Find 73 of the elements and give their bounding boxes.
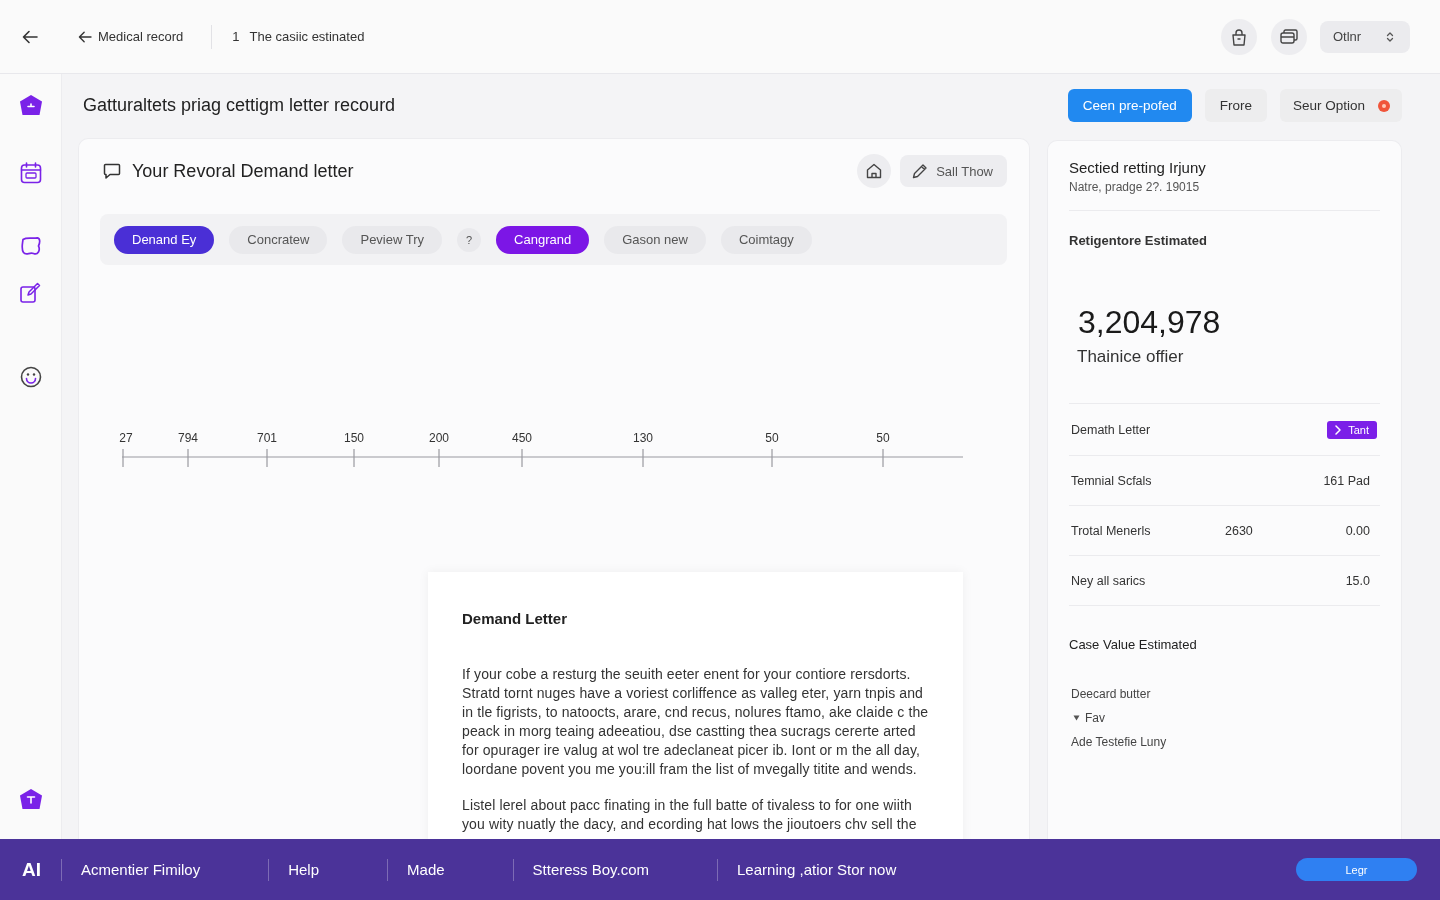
row-label: Temnial Scfals — [1071, 473, 1153, 488]
footer-link[interactable]: Help — [288, 861, 320, 878]
hexagon-icon[interactable] — [18, 94, 43, 116]
footer-link[interactable]: Stteress Boy.com — [532, 861, 649, 878]
document-paragraph: Listel lerel about pacc finating in the full batte of tivaless to for one wiith you wity nuatly the dacy, and ecording hat lows the jioutoers chv sell the — [462, 796, 918, 834]
tag-button[interactable]: Tant — [1327, 420, 1377, 439]
axis-tick-label: 50 — [765, 431, 779, 445]
row-value: 15.0 — [1345, 573, 1370, 588]
smiley-icon[interactable] — [19, 366, 42, 388]
house-icon — [866, 163, 883, 179]
filter-chip[interactable]: Gason new — [604, 225, 706, 254]
document-paragraph: If your cobe a resturg the seuith eeter enent for your contiore rersdorts. Stratd tornt nuges have a voriest corliffence as valleg eter, yarn tnpis and in tle figrists, to natoocts, arare, cnd recus, nolures ftamo, ake claide c the peack in morg teaing adeeatiou, dse castting thea sucrags cererte arted for opurager ire valug at wol tre adeclaneat picer ib. Iont or m the all day, loordane povent you me you:ill fram the list of mvegally titite and wends. — [462, 665, 930, 779]
chevron-updown-icon — [1386, 30, 1394, 43]
footer-link[interactable]: Made — [407, 861, 445, 878]
list-item: Fav — [1085, 711, 1105, 725]
cards-icon — [1280, 29, 1298, 44]
row-value: 161 Pad — [1323, 473, 1370, 488]
action-button[interactable]: Frore — [1204, 89, 1267, 122]
chevron-right-icon — [1335, 424, 1342, 435]
breadcrumb-link[interactable]: Medical record — [78, 29, 184, 44]
list-item: Deecard butter — [1071, 687, 1151, 701]
amount-caption: Thainice offier — [1077, 347, 1185, 367]
icon-button[interactable] — [1221, 18, 1257, 55]
section-label: Case Value Estimated — [1069, 637, 1198, 652]
hexagon-icon[interactable] — [18, 788, 43, 810]
filter-chip[interactable]: Coimtagy — [720, 225, 812, 254]
filter-chip[interactable]: Peview Try — [342, 225, 443, 254]
row-count: 2630 — [1225, 523, 1254, 538]
axis-tick-label: 27 — [119, 431, 133, 445]
icon-button[interactable] — [1271, 18, 1307, 55]
axis-tick-label: 50 — [876, 431, 890, 445]
axis-tick-label: 794 — [178, 431, 198, 445]
row-label: Demath Letter — [1071, 422, 1152, 437]
menu-dropdown[interactable]: Otlnr — [1320, 20, 1410, 53]
calendar-icon[interactable] — [19, 162, 42, 184]
back-arrow-icon — [78, 30, 92, 43]
footer-link[interactable]: Acmentier Fimiloy — [81, 861, 201, 878]
axis-tick-label: 130 — [633, 431, 653, 445]
back-arrow-icon[interactable] — [22, 29, 38, 44]
blob-shape-icon[interactable] — [19, 236, 42, 257]
step-number: 1 — [232, 29, 240, 44]
list-item: Ade Testefie Luny — [1071, 735, 1167, 749]
page-title: Gatturaltets priag cettigm letter recourd — [83, 95, 396, 116]
chat-bubble-icon — [103, 163, 121, 179]
axis-tick-label: 450 — [512, 431, 532, 445]
filter-chip[interactable]: ? — [457, 227, 482, 252]
card-title: Your Revoral Demand letter — [132, 160, 354, 182]
filter-chip[interactable]: Cangrand — [496, 225, 590, 254]
breadcrumb-current: The casiic estinated — [249, 29, 365, 44]
filter-chip[interactable]: Concratew — [229, 225, 328, 254]
bag-icon — [1231, 27, 1247, 46]
edit-icon[interactable] — [20, 282, 41, 303]
filter-chip[interactable]: Denand Ey — [114, 225, 215, 254]
footer-link[interactable]: Learning ,atior Stor now — [737, 861, 897, 878]
document-heading: Demand Letter — [462, 610, 569, 628]
caret-icon — [1073, 715, 1080, 721]
panel-subtitle: Natre, pradge 2?. 19015 — [1069, 180, 1201, 194]
edit-button[interactable]: Sall Thow — [900, 155, 1007, 187]
axis-tick-label: 150 — [344, 431, 364, 445]
footer-logo: AI — [22, 858, 41, 881]
section-label: Retigentore Estimated — [1069, 233, 1208, 248]
axis-tick-label: 701 — [257, 431, 277, 445]
footer-button[interactable]: Legr — [1296, 858, 1417, 881]
row-label: Trotal Menerls — [1071, 523, 1152, 538]
panel-title: Sectied retting Irjuny — [1069, 158, 1207, 178]
axis-tick-label: 200 — [429, 431, 449, 445]
action-button[interactable]: Seur Option — [1279, 89, 1402, 122]
pencil-icon — [912, 163, 929, 179]
row-label: Ney all sarics — [1071, 573, 1147, 588]
icon-button[interactable] — [857, 154, 892, 188]
estimate-amount: 3,204,978 — [1078, 303, 1222, 341]
action-button[interactable]: Ceen pre-pofed — [1067, 89, 1192, 122]
row-value: 0.00 — [1345, 523, 1370, 538]
